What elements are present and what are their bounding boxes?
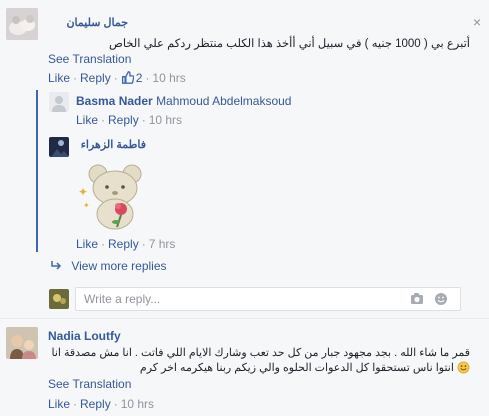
comment-text: أتبرع بي ( 1000 جنيه ) في سبيل أني أأخذ … <box>108 38 470 50</box>
reply-thread-line <box>36 90 38 252</box>
avatar[interactable] <box>6 8 38 40</box>
avatar[interactable] <box>49 92 69 112</box>
view-more-replies[interactable]: View more replies <box>50 259 167 275</box>
divider <box>0 318 489 319</box>
smile-emoji-icon <box>457 361 470 377</box>
reply-input[interactable] <box>82 291 406 307</box>
like-button[interactable]: Like <box>48 397 70 411</box>
comment-text-line-1: قمر ما شاء الله . بجد مجهود جبار من كل ح… <box>48 347 470 359</box>
svg-text:✦: ✦ <box>83 201 90 210</box>
timestamp[interactable]: 10 hrs <box>121 397 154 411</box>
like-button[interactable]: Like <box>76 237 98 251</box>
reply-button[interactable]: Reply <box>80 397 111 411</box>
camera-icon[interactable] <box>410 292 424 308</box>
see-translation-link[interactable]: See Translation <box>48 377 131 391</box>
close-icon[interactable]: × <box>473 14 481 30</box>
reply-author[interactable]: Basma Nader <box>76 94 153 108</box>
avatar <box>49 289 69 309</box>
reply-author[interactable]: فاطمة الزهراء <box>76 138 146 151</box>
timestamp[interactable]: 7 hrs <box>149 237 176 251</box>
reply-arrow-icon <box>50 260 62 275</box>
view-more-replies-label[interactable]: View more replies <box>71 259 166 273</box>
like-reaction-icon[interactable] <box>121 71 135 87</box>
comment-text-line-2: انتوا ناس تستحقوا كل الدعوات الحلوه والي… <box>48 361 470 377</box>
sticker[interactable]: ✦ ✦ <box>74 160 154 232</box>
reply-input-box[interactable] <box>75 287 461 311</box>
comment-author[interactable]: Nadia Loutfy <box>48 329 121 343</box>
like-button[interactable]: Like <box>76 113 98 127</box>
avatar[interactable] <box>6 327 38 359</box>
like-button[interactable]: Like <box>48 71 70 85</box>
emoji-icon[interactable] <box>434 292 448 309</box>
timestamp[interactable]: 10 hrs <box>149 113 182 127</box>
reply-button[interactable]: Reply <box>80 71 111 85</box>
see-translation-link[interactable]: See Translation <box>48 52 131 66</box>
sparkle-icon: ✦ <box>78 185 88 199</box>
reply-button[interactable]: Reply <box>108 113 139 127</box>
reply-button[interactable]: Reply <box>108 237 139 251</box>
reaction-count[interactable]: 2 <box>136 71 143 85</box>
mention-link[interactable]: Mahmoud Abdelmaksoud <box>156 94 291 108</box>
comment-author[interactable]: جمال سليمان <box>48 16 128 29</box>
timestamp[interactable]: 10 hrs <box>152 71 185 85</box>
avatar[interactable] <box>49 137 69 157</box>
